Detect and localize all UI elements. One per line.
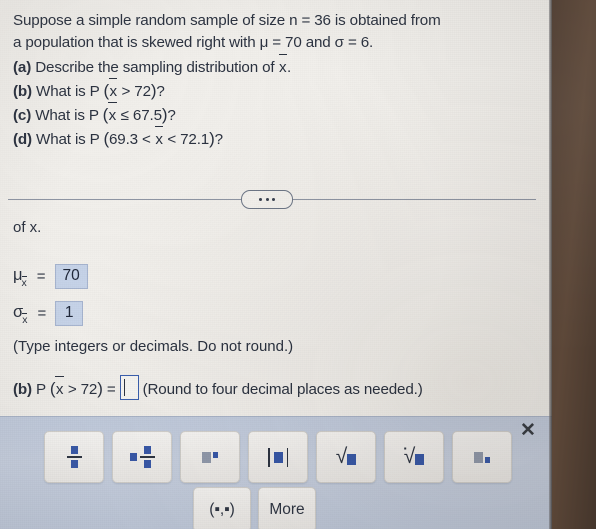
more-options-ellipsis-icon[interactable] — [241, 190, 293, 209]
part-a-text-after: . — [287, 59, 292, 76]
square-root-icon: √ — [336, 446, 357, 467]
continued-text-label: of x. — [13, 219, 42, 236]
mu-equals-sign: = — [36, 268, 46, 285]
answer-part-b-equals-sign: = — [106, 381, 116, 398]
part-d-expr-after: < 72.1 — [163, 131, 210, 148]
screen-content: Suppose a simple random sample of size n… — [0, 0, 553, 529]
part-b-rounding-hint: (Round to four decimal places as needed.… — [142, 381, 423, 398]
absolute-value-icon — [267, 447, 289, 467]
sigma-xbar-row: σx = 1 — [13, 301, 84, 327]
interval-button-label: (▪,▪) — [209, 500, 235, 518]
sigma-subscript-xbar: x — [22, 312, 28, 327]
close-icon[interactable]: ✕ — [518, 421, 538, 441]
ellipsis-dot — [259, 198, 262, 201]
answer-part-b-prefix: P — [36, 381, 50, 398]
problem-part-a: (a) Describe the sampling distribution o… — [13, 53, 292, 79]
mu-symbol: μx — [13, 266, 28, 290]
nth-root-button[interactable]: ▪ √ — [384, 431, 444, 483]
problem-part-b: (b) What is P (x > 72)? — [13, 77, 165, 103]
close-icon-glyph: ✕ — [520, 420, 536, 441]
problem-part-d: (d) What is P (69.3 < x < 72.1)? — [13, 125, 223, 151]
x-bar-symbol: x — [278, 53, 288, 79]
answer-part-b-close-paren: ) — [97, 379, 103, 398]
part-d-tag: (d) — [13, 131, 32, 148]
answer-part-b-expression: > 72 — [63, 381, 98, 398]
mixed-number-button[interactable] — [112, 431, 172, 483]
sigma-symbol: σx — [13, 303, 28, 327]
interval-button[interactable]: (▪,▪) — [193, 487, 251, 529]
mu-xbar-row: μx = 70 — [13, 264, 88, 289]
part-c-text-after: ? — [167, 107, 176, 124]
problem-line-2-text: a population that is skewed right with μ… — [13, 34, 374, 51]
section-divider — [8, 190, 536, 209]
part-c-text-before: What is P — [35, 107, 103, 124]
more-button-label: More — [269, 500, 305, 518]
sigma-equals-sign: = — [37, 305, 47, 322]
exponent-button[interactable] — [180, 431, 240, 483]
answer-part-b-row: (b) P (x > 72) = (Round to four decimal p… — [13, 375, 423, 401]
math-keypad-row-1: √ ▪ √ — [44, 431, 512, 483]
mu-subscript-xbar: x — [21, 275, 28, 290]
part-d-text-after: ? — [214, 131, 223, 148]
type-instruction-label: (Type integers or decimals. Do not round… — [13, 338, 294, 355]
problem-line-1-text: Suppose a simple random sample of size n… — [13, 12, 441, 29]
sigma-answer-input[interactable]: 1 — [55, 301, 84, 326]
mixed-number-icon — [129, 446, 155, 468]
x-bar-symbol: x — [154, 125, 164, 151]
problem-part-c: (c) What is P (x ≤ 67.5)? — [13, 101, 176, 127]
answer-part-b-tag: (b) — [13, 381, 32, 398]
mu-answer-input[interactable]: 70 — [54, 264, 88, 289]
subscript-button[interactable] — [452, 431, 512, 483]
fraction-button[interactable] — [44, 431, 104, 483]
nth-root-icon: ▪ √ — [404, 445, 425, 467]
math-keypad-row-2: (▪,▪) More — [193, 487, 316, 529]
part-a-tag: (a) — [13, 59, 32, 76]
part-b-expression: > 72 — [117, 83, 152, 100]
ellipsis-dot — [265, 198, 269, 201]
part-b-answer-input[interactable] — [119, 375, 139, 400]
math-keypad-panel: √ ▪ √ (▪,▪) More — [0, 416, 553, 529]
part-b-text-after: ? — [156, 83, 165, 100]
part-d-expr-before: 69.3 < — [108, 131, 155, 148]
continued-text: of x. — [13, 219, 41, 236]
subscript-icon — [474, 451, 490, 463]
problem-line-2: a population that is skewed right with μ… — [13, 32, 373, 54]
more-button[interactable]: More — [258, 487, 316, 529]
type-instruction: (Type integers or decimals. Do not round… — [13, 338, 293, 355]
part-b-tag: (b) — [13, 83, 32, 100]
part-d-text-before: What is P — [36, 131, 104, 148]
problem-line-1: Suppose a simple random sample of size n… — [13, 10, 441, 32]
x-bar-symbol: x — [108, 77, 118, 103]
fraction-icon — [66, 446, 82, 468]
x-bar-symbol: x — [55, 375, 65, 401]
device-bezel-right — [552, 0, 596, 529]
ellipsis-dot — [272, 198, 275, 201]
absolute-value-button[interactable] — [248, 431, 308, 483]
square-root-button[interactable]: √ — [316, 431, 376, 483]
part-c-tag: (c) — [13, 107, 32, 124]
exponent-icon — [202, 451, 218, 463]
x-bar-symbol: x — [108, 101, 118, 127]
part-b-text-before: What is P — [36, 83, 104, 100]
screen-photo: Suppose a simple random sample of size n… — [0, 0, 596, 529]
part-a-text-before: Describe the sampling distribution of — [35, 59, 279, 76]
part-c-expression: ≤ 67.5 — [116, 107, 162, 124]
